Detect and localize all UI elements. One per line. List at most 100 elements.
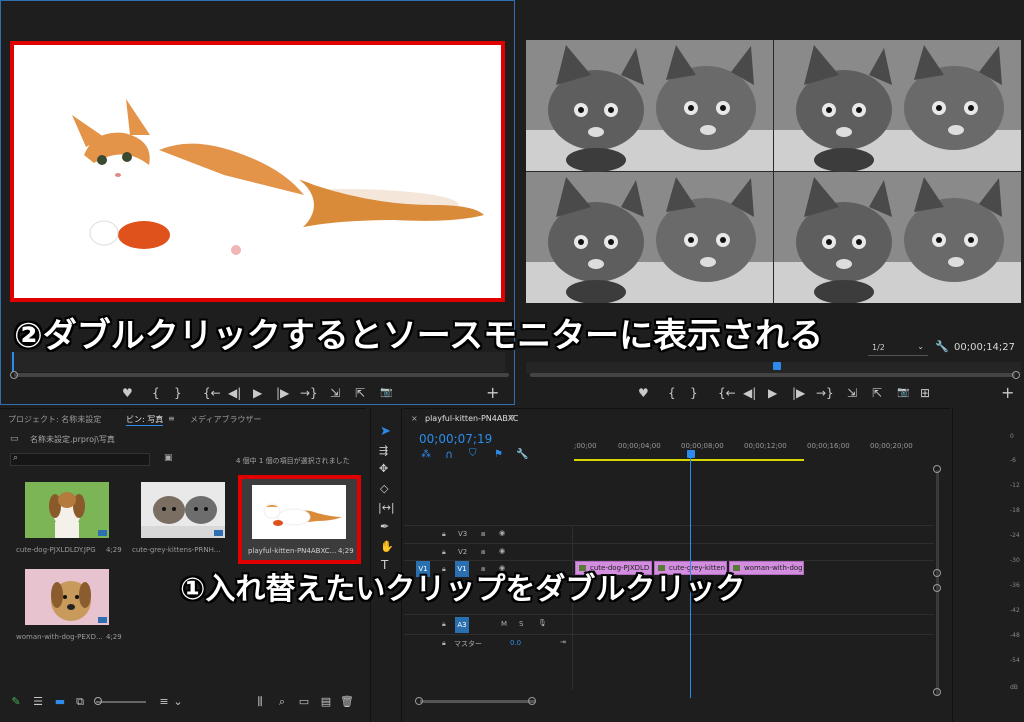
mark-out-icon[interactable]: }: [174, 386, 182, 400]
go-to-in-icon[interactable]: {←: [718, 386, 736, 400]
go-to-in-icon[interactable]: {←: [203, 386, 221, 400]
microphone-icon[interactable]: 🎙︎: [538, 619, 547, 627]
work-area-bar[interactable]: [574, 459, 804, 461]
export-frame-icon[interactable]: 📷: [897, 386, 909, 400]
add-marker-icon[interactable]: ♥: [122, 386, 133, 400]
scroll-handle[interactable]: [933, 569, 941, 577]
list-item-selected[interactable]: playful-kitten-PN4ABXC... 4;29: [238, 475, 361, 564]
zoom-slider-handle[interactable]: [94, 697, 102, 705]
scroll-handle[interactable]: [933, 465, 941, 473]
lift-icon[interactable]: ⇲: [847, 386, 857, 400]
play-icon[interactable]: ▶: [253, 386, 262, 400]
eye-icon[interactable]: ◉: [499, 529, 505, 537]
lock-icon[interactable]: 🔒︎: [442, 548, 446, 557]
tab-media-browser[interactable]: メディアブラウザー: [190, 414, 261, 425]
go-to-out-icon[interactable]: →}: [816, 386, 834, 400]
scroll-handle[interactable]: [528, 697, 536, 705]
step-back-icon[interactable]: ◀|: [743, 386, 756, 400]
export-frame-icon[interactable]: 📷: [380, 386, 392, 400]
ripple-edit-tool-icon[interactable]: ✥: [379, 462, 388, 475]
program-zoom-scrollbar[interactable]: [530, 373, 1015, 377]
hand-tool-icon[interactable]: ✋: [380, 540, 394, 553]
timeline-timecode[interactable]: 00;00;07;19: [419, 432, 492, 446]
compare-view-icon[interactable]: ⊞: [920, 386, 930, 400]
wrench-icon[interactable]: 🔧: [516, 449, 528, 460]
wrench-icon[interactable]: 🔧: [935, 340, 949, 353]
zoom-select[interactable]: 1/2 ⌄: [868, 342, 928, 356]
lock-icon[interactable]: 🔒︎: [442, 530, 446, 539]
new-item-icon[interactable]: ▤: [320, 696, 332, 708]
selection-tool-icon[interactable]: ➤: [380, 424, 391, 439]
timeline-playhead-handle[interactable]: [687, 450, 695, 458]
solo-button[interactable]: S: [519, 620, 523, 628]
source-scroll-handle-left[interactable]: [10, 371, 18, 379]
program-scroll-handle-right[interactable]: [1012, 371, 1020, 379]
add-button-icon[interactable]: +: [1001, 385, 1014, 401]
list-view-icon[interactable]: ☰: [32, 696, 44, 708]
add-marker-icon[interactable]: ⛉: [469, 448, 477, 459]
add-button-icon[interactable]: +: [486, 385, 499, 401]
timeline-settings-icon[interactable]: ⚑: [494, 449, 503, 460]
master-label: マスター: [454, 640, 482, 648]
lock-icon[interactable]: 🔒︎: [442, 639, 446, 648]
search-input[interactable]: [10, 453, 150, 466]
tab-menu-icon[interactable]: ≡: [168, 414, 175, 423]
master-value[interactable]: 0.0: [510, 639, 521, 647]
freeform-view-icon[interactable]: ⧉: [74, 696, 86, 708]
step-back-icon[interactable]: ◀|: [228, 386, 241, 400]
step-forward-icon[interactable]: |▶: [276, 386, 289, 400]
pencil-icon[interactable]: ✎: [10, 696, 22, 708]
razor-tool-icon[interactable]: ◇: [380, 482, 388, 495]
mark-out-icon[interactable]: }: [690, 386, 698, 400]
sequence-tab[interactable]: playful-kitten-PN4ABXC: [425, 414, 518, 423]
add-marker-icon[interactable]: ♥: [638, 386, 649, 400]
chevron-down-icon[interactable]: ⌄: [172, 696, 184, 708]
program-preview[interactable]: [526, 40, 1021, 303]
overwrite-icon[interactable]: ⇱: [355, 386, 365, 400]
new-bin-icon[interactable]: ▭: [298, 696, 310, 708]
program-playhead[interactable]: [773, 362, 781, 370]
list-item[interactable]: cute-grey-kittens-PRNH...: [128, 476, 242, 560]
slip-tool-icon[interactable]: |↔|: [378, 501, 395, 514]
scroll-handle[interactable]: [933, 688, 941, 696]
new-bin-icon[interactable]: ▣: [164, 453, 173, 463]
icon-view-icon[interactable]: ▬: [54, 696, 66, 708]
source-preview[interactable]: [10, 41, 505, 302]
sort-icon[interactable]: ≡: [158, 696, 170, 708]
zoom-slider[interactable]: [96, 701, 146, 703]
scroll-handle[interactable]: [933, 584, 941, 592]
linked-selection-icon[interactable]: ∩: [445, 448, 453, 461]
track-target-a3[interactable]: A3: [455, 617, 469, 633]
snap-icon[interactable]: ⁂: [421, 449, 431, 460]
track-select-tool-icon[interactable]: ⇶: [379, 444, 388, 457]
extract-icon[interactable]: ⇱: [872, 386, 882, 400]
play-icon[interactable]: ▶: [768, 386, 777, 400]
sync-lock-icon[interactable]: ⧈: [481, 548, 485, 557]
lock-icon[interactable]: 🔒︎: [442, 620, 446, 629]
pen-tool-icon[interactable]: ✒: [380, 520, 389, 533]
eye-icon[interactable]: ◉: [499, 547, 505, 555]
timeline-vertical-scrollbar[interactable]: [936, 470, 939, 696]
find-icon[interactable]: ⌕: [276, 696, 288, 708]
go-to-out-icon[interactable]: →}: [300, 386, 318, 400]
automate-to-sequence-icon[interactable]: ⫼: [254, 696, 266, 708]
source-zoom-scrollbar[interactable]: [14, 373, 509, 377]
program-timecode[interactable]: 00;00;14;27: [954, 342, 1015, 353]
mark-in-icon[interactable]: {: [668, 386, 676, 400]
close-icon[interactable]: ×: [411, 414, 418, 423]
mute-button[interactable]: M: [501, 620, 507, 628]
timeline-horizontal-scrollbar[interactable]: [420, 700, 535, 703]
track-master: 🔒︎ マスター 0.0 ⇥: [404, 634, 934, 652]
insert-icon[interactable]: ⇲: [330, 386, 340, 400]
scroll-handle[interactable]: [415, 697, 423, 705]
tab-project[interactable]: プロジェクト: 名称未設定: [8, 414, 101, 425]
step-forward-icon[interactable]: |▶: [792, 386, 805, 400]
sync-lock-icon[interactable]: ⧈: [481, 530, 485, 539]
list-item[interactable]: cute-dog-PJXLDLDY.JPG 4;29: [10, 476, 124, 560]
tab-menu-icon[interactable]: ≡: [508, 413, 516, 423]
tab-bin[interactable]: ビン: 写真: [126, 414, 164, 426]
list-item[interactable]: woman-with-dog-PEXD... 4;29: [10, 563, 124, 647]
mark-in-icon[interactable]: {: [152, 386, 160, 400]
go-to-end-icon[interactable]: ⇥: [560, 638, 566, 646]
trash-icon[interactable]: 🗑: [340, 696, 354, 708]
